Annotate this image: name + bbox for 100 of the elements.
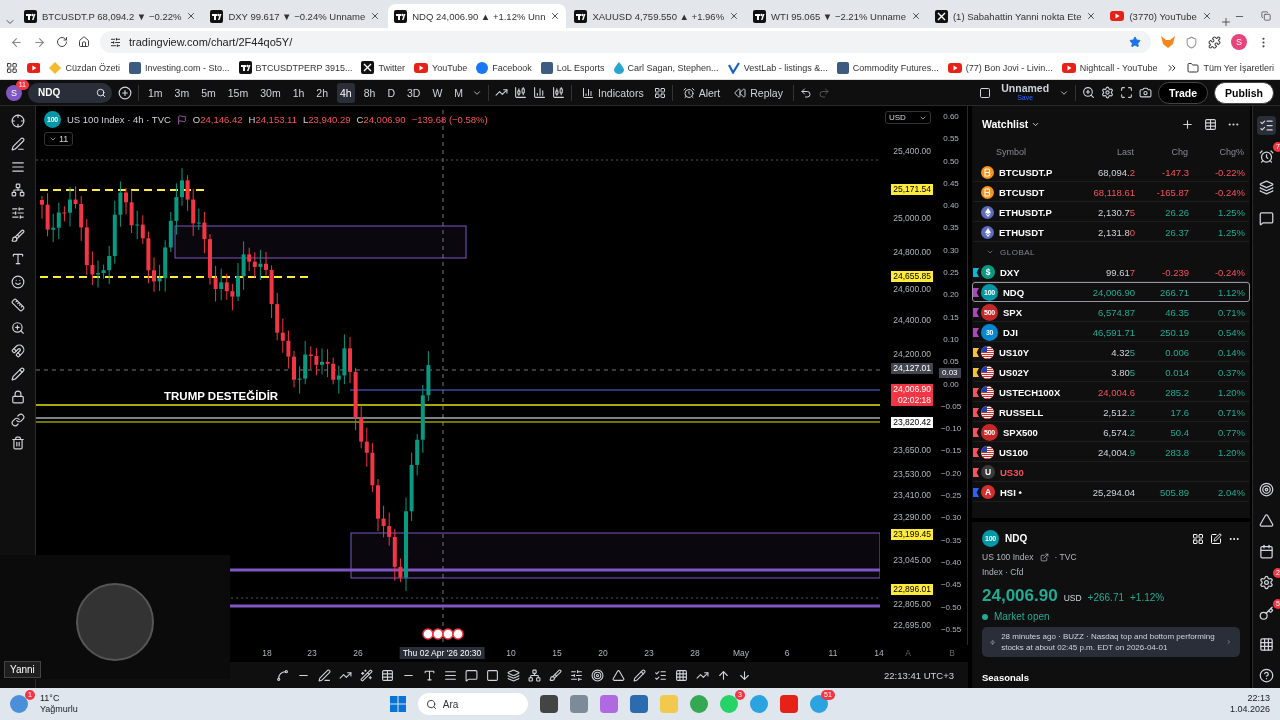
- section-header[interactable]: GLOBAL: [972, 242, 1250, 262]
- change-value: 0.014: [1164, 366, 1189, 378]
- interval-button[interactable]: 30m: [257, 82, 284, 103]
- indicators-button[interactable]: Indicators: [578, 83, 648, 102]
- last-price: 4.325: [1110, 346, 1135, 358]
- interval-button[interactable]: 3D: [404, 82, 424, 103]
- currency-select[interactable]: USD: [885, 111, 931, 124]
- watchlist-title[interactable]: Watchlist: [982, 118, 1041, 130]
- watchlist-row[interactable]: RUSSELL 2,512.2 17.6 0.71%: [972, 402, 1250, 422]
- interval-button[interactable]: 2h: [313, 82, 332, 103]
- all-bookmarks[interactable]: Tüm Yer İşaretleri: [1187, 61, 1274, 74]
- replay-button[interactable]: Replay: [730, 83, 787, 102]
- bookmark[interactable]: Investing.com - Sto...: [129, 61, 230, 74]
- seasonals-heading[interactable]: Seasonals: [982, 672, 1240, 683]
- axis-button[interactable]: B: [946, 647, 958, 659]
- taskbar-search-field[interactable]: Ara: [417, 693, 528, 715]
- address-bar[interactable]: tradingview.com/chart/2F44qo5Y/: [100, 31, 1151, 53]
- change-value: 26.26: [1164, 206, 1189, 218]
- change-value: 283.8: [1164, 446, 1189, 458]
- alert-button[interactable]: Alert: [678, 83, 725, 102]
- bookmark[interactable]: LoL Esports: [540, 61, 605, 74]
- symbol-name: DJI: [1003, 326, 1018, 338]
- watchlist-row[interactable]: US100 24,004.9 283.8 1.20%: [972, 442, 1250, 462]
- price-label: 24,400.00: [892, 315, 932, 326]
- interval-button[interactable]: 1m: [145, 82, 166, 103]
- symbol-name: US100: [999, 446, 1029, 458]
- last-price: 99.617: [1104, 266, 1135, 278]
- currency-label: USD: [1063, 593, 1082, 603]
- browser-tab[interactable]: NDQ 24,006.90 ▲ +1.12% Unn: [388, 4, 567, 28]
- trade-button[interactable]: Trade: [1158, 81, 1209, 104]
- browser-tab[interactable]: BTCUSDT.P 68,094.2 ▼ −0.22%: [18, 4, 203, 28]
- news-card[interactable]: 28 minutes ago · BUZZ · Nasdaq top and bottom performing stocks at about 02:45 p.m. EDT on 2026-04-01: [982, 627, 1240, 657]
- interval-button[interactable]: 1h: [289, 82, 308, 103]
- browser-tab[interactable]: WTI 95.065 ▼ −2.21% Unname: [747, 4, 927, 28]
- interval-button[interactable]: 15m: [224, 82, 252, 103]
- bookmark[interactable]: BTCUSDTPERP 3915...: [238, 61, 353, 74]
- axis-label: −0.55: [940, 624, 962, 635]
- bookmark[interactable]: Twitter: [361, 61, 405, 74]
- last-price: 3.805: [1110, 366, 1135, 378]
- price-label: 23,045.00: [892, 555, 932, 566]
- watchlist-row[interactable]: U US30: [972, 462, 1250, 482]
- time-label: 23: [643, 647, 655, 659]
- browser-tab[interactable]: (1) Sabahattin Yanni nokta Ete: [928, 4, 1103, 28]
- taskbar-date: 1.04.2026: [1229, 704, 1270, 715]
- change-percent: 1.25%: [1217, 226, 1245, 238]
- chart-annotation: TRUMP DESTEĞİDİR: [162, 390, 281, 402]
- column-header[interactable]: Last: [1072, 147, 1134, 157]
- interval-button[interactable]: 3m: [171, 82, 193, 103]
- change-percent: 0.71%: [1217, 406, 1245, 418]
- tab-title: DXY 99.617 ▼ −0.24% Unname: [228, 10, 366, 22]
- bookmark[interactable]: Facebook: [476, 61, 532, 74]
- interval-button[interactable]: 8h: [360, 82, 379, 103]
- bookmark[interactable]: YouTube: [413, 62, 468, 73]
- interval-button[interactable]: D: [384, 82, 398, 103]
- watchlist-row[interactable]: ETHUSDT.P 2,130.75 26.26 1.25%: [972, 202, 1250, 222]
- bookmark[interactable]: VestLab - listings &...: [727, 61, 828, 74]
- interval-button[interactable]: W: [429, 82, 446, 103]
- browser-tab[interactable]: DXY 99.617 ▼ −0.24% Unname: [204, 4, 387, 28]
- column-header[interactable]: Symbol: [972, 147, 1072, 157]
- interval-button[interactable]: 4h: [337, 82, 355, 103]
- watchlist-row[interactable]: USTECH100X 24,004.6 285.2 1.20%: [972, 382, 1250, 402]
- bookmark[interactable]: Carl Sagan, Stephen...: [613, 61, 719, 74]
- price-label: 25,400.00: [892, 146, 932, 157]
- time-label: 26: [352, 647, 364, 659]
- price-label: 23,290.00: [892, 512, 932, 523]
- publish-button[interactable]: Publish: [1214, 81, 1274, 104]
- indicators-toggle[interactable]: 11: [44, 132, 74, 146]
- column-header[interactable]: Chg: [1134, 147, 1188, 157]
- time-label: 14: [873, 647, 885, 659]
- watchlist-row[interactable]: BTCUSDT 68,118.61 -165.87 -0.24%: [972, 182, 1250, 202]
- watchlist-row[interactable]: A HSI • 25,294.04 505.89 2.04%: [972, 482, 1250, 502]
- interval-button[interactable]: 5m: [198, 82, 219, 103]
- price-change: +266.71: [1087, 592, 1125, 603]
- watchlist-row[interactable]: US10Y 4.325 0.006 0.14%: [972, 342, 1250, 362]
- watchlist-row[interactable]: ETHUSDT 2,131.80 26.37 1.25%: [972, 222, 1250, 242]
- change-value: -0.239: [1161, 266, 1189, 278]
- bookmark[interactable]: Commodity Futures...: [836, 61, 939, 74]
- bookmark[interactable]: (77) Bon Jovi - Livin...: [947, 62, 1053, 73]
- symbol-name: BTCUSDT.P: [999, 166, 1053, 178]
- watchlist-row[interactable]: $ DXY 99.617 -0.239 -0.24%: [972, 262, 1250, 282]
- browser-tab[interactable]: XAUUSD 4,759.550 ▲ +1.96%: [568, 4, 746, 28]
- axis-label: −0.40: [940, 557, 962, 568]
- watchlist-row[interactable]: BTCUSDT.P 68,094.2 -147.3 -0.22%: [972, 162, 1250, 182]
- symbol-name: NDQ: [1005, 533, 1028, 544]
- symbol-name: NDQ: [1003, 286, 1025, 298]
- column-header[interactable]: Chg%: [1188, 147, 1244, 157]
- webcam-name: Yanni: [4, 661, 41, 678]
- profile-avatar[interactable]: S: [1231, 34, 1247, 50]
- axis-label: 0.05: [943, 357, 959, 368]
- tab-title: (3770) YouTube: [1129, 10, 1197, 22]
- watchlist-row[interactable]: US02Y 3.805 0.014 0.37%: [972, 362, 1250, 382]
- symbol-search-field[interactable]: NDQ: [28, 82, 112, 103]
- axis-button[interactable]: A: [902, 647, 914, 659]
- interval-button[interactable]: M: [451, 82, 467, 103]
- bookmark[interactable]: Nightcall - YouTube: [1061, 62, 1158, 73]
- last-price: 24,004.9: [1097, 446, 1135, 458]
- change-value: 250.19: [1158, 326, 1189, 338]
- browser-tab[interactable]: (3770) YouTube: [1104, 4, 1218, 28]
- bookmark[interactable]: Cüzdan Özeti: [49, 61, 120, 74]
- change-percent: 1.25%: [1217, 206, 1245, 218]
